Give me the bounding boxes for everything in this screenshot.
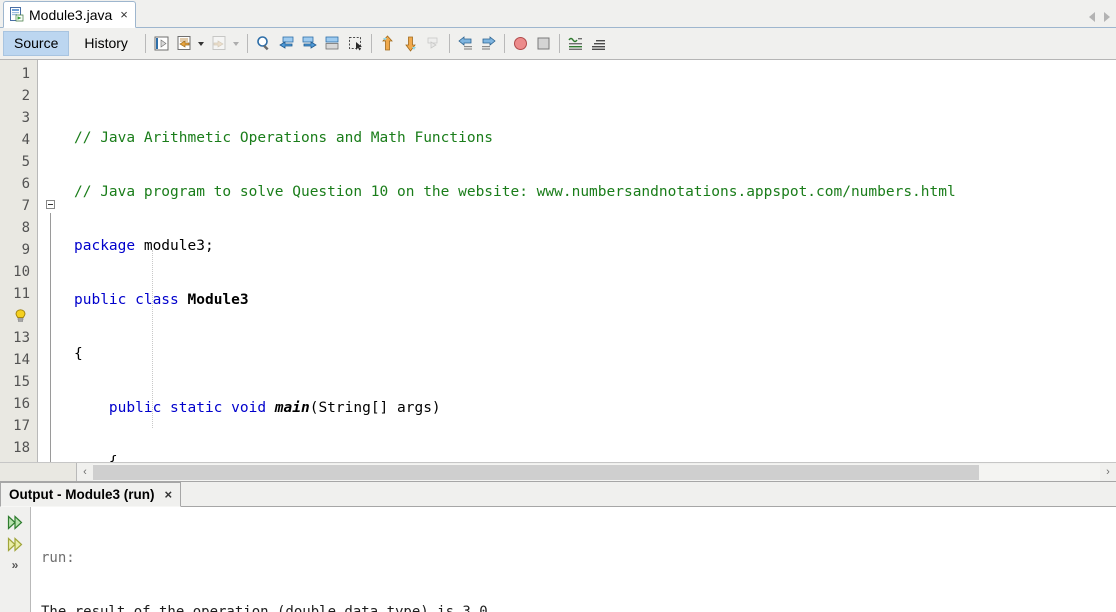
uncomment-icon[interactable]	[589, 34, 608, 53]
editor-toolbar: Source History	[0, 28, 1116, 60]
code-line-3[interactable]: package module3;	[69, 235, 1116, 257]
output-tab-module3-run[interactable]: Output - Module3 (run) ×	[0, 482, 182, 507]
comment-icon[interactable]	[566, 34, 585, 53]
code-folding-gutter[interactable]	[38, 60, 69, 462]
document-nav-arrows	[1089, 12, 1110, 22]
fold-range-line	[50, 213, 51, 462]
code-line-6[interactable]: public static void main(String[] args)	[69, 397, 1116, 419]
close-icon[interactable]: ×	[120, 8, 128, 21]
scroll-left-arrow-icon[interactable]: ‹	[77, 466, 93, 478]
previous-error-icon[interactable]	[378, 34, 397, 53]
toggle-bookmark-icon[interactable]	[323, 34, 342, 53]
output-line: The result of the operation (double data…	[41, 604, 488, 612]
output-window: Output - Module3 (run) × » run: The resu…	[0, 481, 1116, 612]
next-error-icon[interactable]	[401, 34, 420, 53]
stop-macro-recording-icon[interactable]	[534, 34, 553, 53]
line-number: 10	[13, 264, 30, 280]
code-text-area[interactable]: // Java Arithmetic Operations and Math F…	[69, 60, 1116, 462]
last-edit-icon[interactable]	[152, 34, 171, 53]
toggle-rectangular-selection-icon[interactable]	[346, 34, 365, 53]
line-number: 19	[0, 459, 37, 462]
output-tab-label: Output - Module3 (run)	[9, 487, 155, 502]
line-number: 8	[21, 220, 30, 236]
document-tab-module3-java[interactable]: Module3.java ×	[3, 1, 136, 28]
code-line-1[interactable]: // Java Arithmetic Operations and Math F…	[69, 127, 1116, 149]
code-line-4[interactable]: public class Module3	[69, 289, 1116, 311]
output-gutter: »	[0, 507, 31, 612]
line-number: 2	[21, 88, 30, 104]
line-number: 14	[13, 352, 30, 368]
back-edit-icon[interactable]	[175, 34, 194, 53]
line-number: 13	[13, 330, 30, 346]
next-bookmark-icon[interactable]	[300, 34, 319, 53]
code-line-5[interactable]: {	[69, 343, 1116, 365]
next-error-alt-icon	[424, 34, 443, 53]
run-green-icon[interactable]	[0, 511, 30, 533]
line-number: 17	[13, 418, 30, 434]
tab-source[interactable]: Source	[3, 31, 70, 56]
line-number: 4	[21, 132, 30, 148]
java-file-icon	[10, 7, 24, 22]
document-tab-label: Module3.java	[29, 6, 113, 23]
line-number: 15	[13, 374, 30, 390]
line-number: 1	[21, 66, 30, 82]
toolbar-group-shift	[456, 34, 498, 53]
chevron-down-dim-icon	[232, 41, 239, 46]
output-more-icon[interactable]: »	[0, 555, 30, 575]
editor-horizontal-scrollbar[interactable]: ‹ ›	[0, 462, 1116, 481]
line-number: 3	[21, 110, 30, 126]
toolbar-separator	[448, 34, 450, 53]
toolbar-group-errors	[378, 34, 443, 53]
fold-toggle-main-method[interactable]	[46, 200, 55, 209]
find-selection-icon[interactable]	[254, 34, 273, 53]
code-line-7[interactable]: {	[69, 451, 1116, 462]
output-line: run:	[41, 550, 75, 566]
output-body: » run: The result of the operation (doub…	[0, 507, 1116, 612]
close-icon[interactable]: ×	[164, 488, 172, 501]
toolbar-group-edit-nav	[152, 34, 241, 53]
line-number-gutter: 1 2 3 4 5 6 7 8 9 10 11 13 14 15 16 17 1…	[0, 60, 38, 462]
toolbar-separator	[503, 34, 505, 53]
forward-edit-icon	[210, 34, 229, 53]
line-number: 18	[13, 440, 30, 456]
scroll-right-arrow-icon[interactable]: ›	[1100, 466, 1116, 478]
document-tab-bar: Module3.java ×	[0, 0, 1116, 28]
indent-guide	[152, 250, 153, 428]
toolbar-separator	[246, 34, 248, 53]
line-number: 7	[21, 198, 30, 214]
toolbar-separator	[558, 34, 560, 53]
toolbar-group-find-bookmark	[254, 34, 365, 53]
line-number: 9	[21, 242, 30, 258]
toolbar-separator	[370, 34, 372, 53]
toolbar-group-macro	[511, 34, 553, 53]
chevron-down-icon[interactable]	[197, 41, 204, 46]
shift-left-icon[interactable]	[456, 34, 475, 53]
code-line-2[interactable]: // Java program to solve Question 10 on …	[69, 181, 1116, 203]
next-document-arrow-icon[interactable]	[1104, 12, 1110, 22]
output-text[interactable]: run: The result of the operation (double…	[31, 507, 1116, 612]
lightbulb-hint-icon[interactable]	[0, 305, 37, 327]
code-editor[interactable]: 1 2 3 4 5 6 7 8 9 10 11 13 14 15 16 17 1…	[0, 60, 1116, 462]
source-editor-panel: 1 2 3 4 5 6 7 8 9 10 11 13 14 15 16 17 1…	[0, 60, 1116, 481]
scrollbar-thumb[interactable]	[93, 464, 980, 480]
previous-bookmark-icon[interactable]	[277, 34, 296, 53]
line-number: 5	[21, 154, 30, 170]
shift-right-icon[interactable]	[479, 34, 498, 53]
prev-document-arrow-icon[interactable]	[1089, 12, 1095, 22]
line-number: 6	[21, 176, 30, 192]
line-number: 16	[13, 396, 30, 412]
toolbar-group-comment	[566, 34, 608, 53]
toolbar-separator	[144, 34, 146, 53]
run-olive-icon[interactable]	[0, 533, 30, 555]
netbeans-ide-window: Module3.java × Source History 1 2 3 4 5 …	[0, 0, 1116, 612]
scrollbar-gutter-pad	[0, 463, 77, 481]
tab-history[interactable]: History	[73, 31, 139, 56]
output-tab-bar: Output - Module3 (run) ×	[0, 482, 1116, 507]
start-macro-recording-icon[interactable]	[511, 34, 530, 53]
line-number: 11	[13, 286, 30, 302]
scrollbar-track[interactable]	[93, 463, 1100, 481]
